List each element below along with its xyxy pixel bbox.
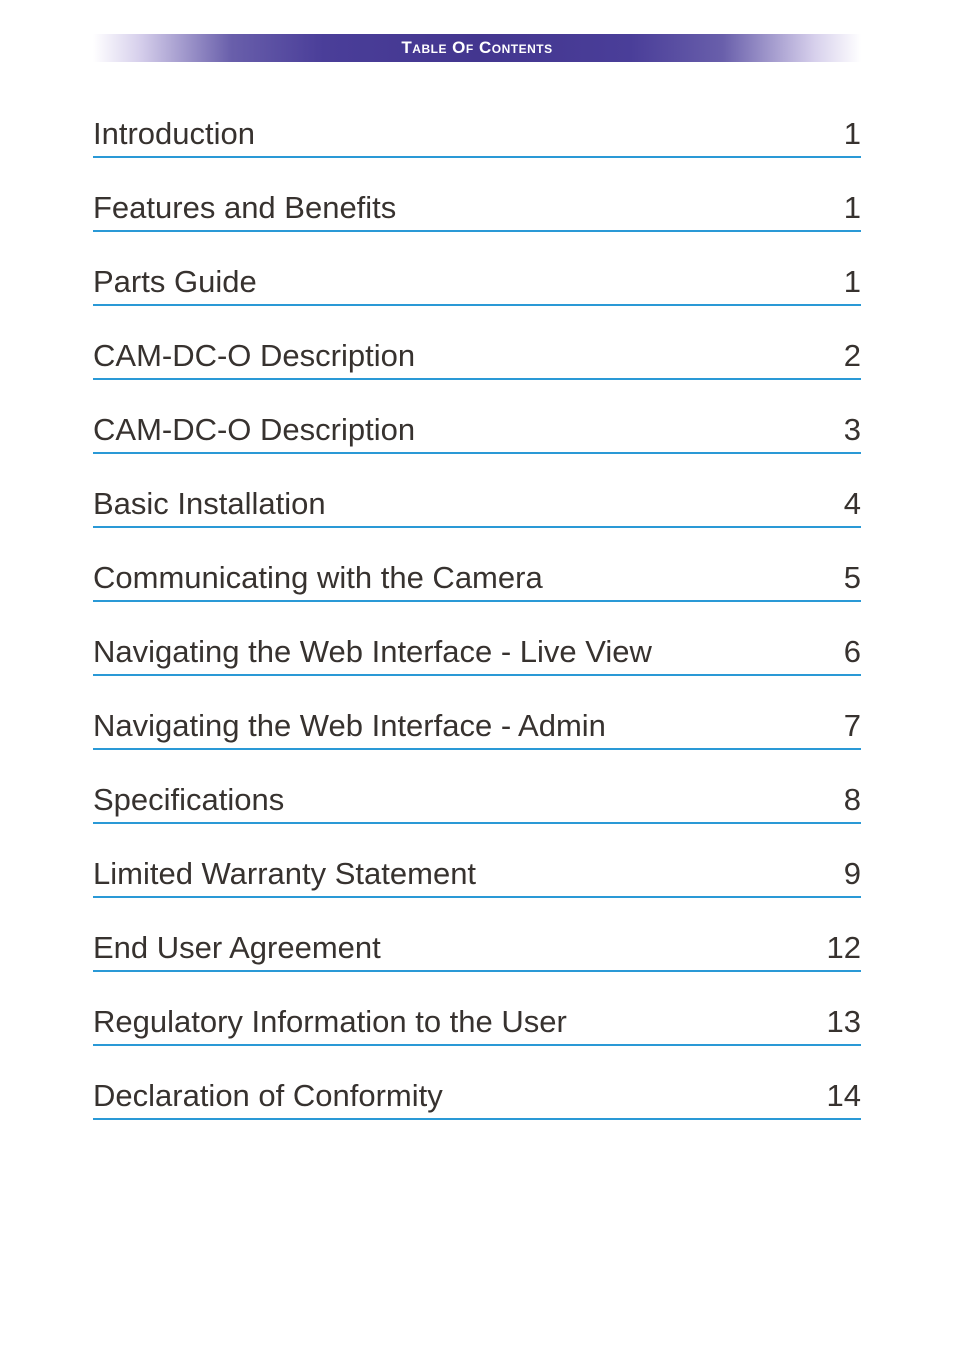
toc-entry-page: 14	[811, 1078, 861, 1114]
toc-entry-title: Communicating with the Camera	[93, 560, 543, 596]
toc-entry[interactable]: Specifications 8	[93, 776, 861, 824]
toc-entry-title: CAM-DC-O Description	[93, 412, 415, 448]
toc-entry[interactable]: Parts Guide 1	[93, 258, 861, 306]
toc-entry[interactable]: CAM-DC-O Description 2	[93, 332, 861, 380]
toc-entry-page: 6	[811, 634, 861, 670]
toc-entry[interactable]: Introduction 1	[93, 110, 861, 158]
toc-entry-title: End User Agreement	[93, 930, 381, 966]
toc-entry-title: Declaration of Conformity	[93, 1078, 443, 1114]
toc-entry-page: 3	[811, 412, 861, 448]
toc-entry-page: 9	[811, 856, 861, 892]
table-of-contents: Introduction 1 Features and Benefits 1 P…	[93, 110, 861, 1120]
toc-entry-page: 13	[811, 1004, 861, 1040]
toc-entry[interactable]: Communicating with the Camera 5	[93, 554, 861, 602]
toc-entry-page: 4	[811, 486, 861, 522]
toc-entry-title: Features and Benefits	[93, 190, 396, 226]
header-bar: Table Of Contents	[93, 34, 861, 62]
toc-entry[interactable]: End User Agreement 12	[93, 924, 861, 972]
toc-entry-page: 8	[811, 782, 861, 818]
toc-entry[interactable]: Features and Benefits 1	[93, 184, 861, 232]
toc-entry-title: Regulatory Information to the User	[93, 1004, 567, 1040]
toc-entry[interactable]: Limited Warranty Statement 9	[93, 850, 861, 898]
toc-entry-page: 1	[811, 116, 861, 152]
toc-entry-page: 2	[811, 338, 861, 374]
toc-entry-title: Parts Guide	[93, 264, 257, 300]
toc-entry-title: Limited Warranty Statement	[93, 856, 476, 892]
toc-entry-title: CAM-DC-O Description	[93, 338, 415, 374]
toc-entry[interactable]: Regulatory Information to the User 13	[93, 998, 861, 1046]
toc-entry-page: 7	[811, 708, 861, 744]
toc-entry[interactable]: Navigating the Web Interface - Admin 7	[93, 702, 861, 750]
toc-entry-title: Specifications	[93, 782, 284, 818]
toc-entry-title: Introduction	[93, 116, 255, 152]
toc-entry[interactable]: CAM-DC-O Description 3	[93, 406, 861, 454]
toc-entry[interactable]: Basic Installation 4	[93, 480, 861, 528]
toc-entry-title: Navigating the Web Interface - Admin	[93, 708, 606, 744]
page-title: Table Of Contents	[401, 38, 552, 58]
toc-entry[interactable]: Declaration of Conformity 14	[93, 1072, 861, 1120]
toc-entry-page: 5	[811, 560, 861, 596]
toc-entry-title: Navigating the Web Interface - Live View	[93, 634, 652, 670]
toc-entry-page: 1	[811, 190, 861, 226]
toc-entry[interactable]: Navigating the Web Interface - Live View…	[93, 628, 861, 676]
toc-entry-page: 1	[811, 264, 861, 300]
toc-entry-title: Basic Installation	[93, 486, 326, 522]
toc-entry-page: 12	[811, 930, 861, 966]
